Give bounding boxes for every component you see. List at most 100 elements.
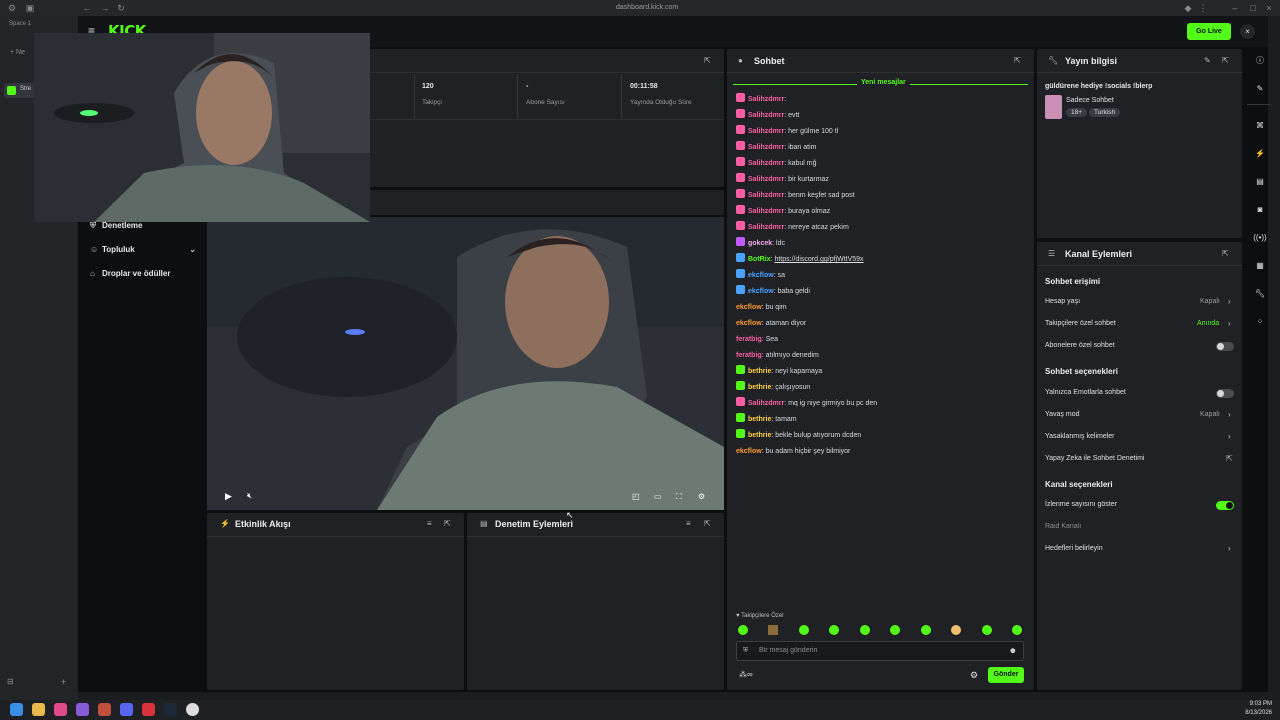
chat-username[interactable]: Salihzdmrr bbox=[748, 160, 784, 167]
subscribers-only-toggle[interactable] bbox=[1216, 342, 1234, 351]
account-age-value[interactable]: Kapalı bbox=[1200, 298, 1220, 305]
chat-username[interactable]: feratbig bbox=[736, 336, 762, 343]
chat-username[interactable]: ekcflow bbox=[736, 448, 762, 455]
windows-start-icon[interactable] bbox=[10, 703, 23, 716]
discord-icon[interactable] bbox=[120, 703, 133, 716]
chat-message[interactable]: Salihzdmrr: kabul mğ bbox=[736, 157, 816, 171]
info-icon[interactable]: ⓘ bbox=[1251, 52, 1269, 70]
app-icon[interactable] bbox=[76, 703, 89, 716]
chevron-right-icon[interactable]: › bbox=[1228, 410, 1231, 419]
chat-message[interactable]: Salihzdmrr: iban atim bbox=[736, 141, 816, 155]
app-icon[interactable] bbox=[142, 703, 155, 716]
extension-icon[interactable]: ◆ bbox=[1183, 3, 1193, 13]
chevron-right-icon[interactable]: › bbox=[1228, 432, 1231, 441]
slow-mode-label[interactable]: Yavaş mod bbox=[1045, 411, 1080, 418]
url-bar[interactable]: dashboard.kick.com bbox=[598, 3, 688, 13]
fullscreen-icon[interactable]: ⛶ bbox=[676, 492, 682, 502]
popout-icon[interactable]: ⇱ bbox=[1222, 56, 1229, 65]
set-goals-label[interactable]: Hedefleri belirleyin bbox=[1045, 545, 1103, 552]
new-tab-button[interactable]: + Ne bbox=[10, 49, 25, 56]
forward-icon[interactable]: → bbox=[100, 3, 110, 13]
chat-username[interactable]: Salihzdmrr bbox=[748, 96, 784, 103]
chat-username[interactable]: bethrie bbox=[748, 432, 771, 439]
play-icon[interactable]: ▶ bbox=[225, 491, 232, 502]
steam-icon[interactable] bbox=[164, 703, 177, 716]
ai-moderation-label[interactable]: Yapay Zeka ile Sohbet Denetimi bbox=[1045, 455, 1144, 462]
settings-icon[interactable]: ⚙ bbox=[7, 3, 17, 13]
chat-message[interactable]: Salihzdmrr: mq ig niye girmiyo bu pc den bbox=[736, 397, 877, 411]
chat-input[interactable]: ⛨ Bir mesaj gönderin ☻ bbox=[736, 641, 1024, 661]
browser-tab-active[interactable]: Stre bbox=[4, 83, 38, 98]
menu-icon[interactable]: ⋮ bbox=[1198, 3, 1208, 13]
archive-icon[interactable]: ⊟ bbox=[7, 677, 14, 686]
maximize-icon[interactable]: □ bbox=[1248, 3, 1258, 13]
chat-message-text[interactable]: https://discord.gg/pfjWttV59x bbox=[774, 256, 863, 263]
share-icon[interactable]: ⁘ bbox=[1251, 313, 1269, 331]
mute-icon[interactable]: 🔇︎ bbox=[247, 491, 252, 501]
grid-icon[interactable]: ▦ bbox=[1251, 257, 1269, 275]
chat-message[interactable]: bethrie: çalışıyosun bbox=[736, 381, 810, 395]
chat-username[interactable]: bethrie bbox=[748, 384, 771, 391]
stream-preview-video[interactable]: ▶ 🔇︎ ◰ ▭ ⛶ ⚙ bbox=[207, 217, 724, 510]
chat-username[interactable]: Salihzdmrr bbox=[748, 208, 784, 215]
popout-icon[interactable]: ⇱ bbox=[444, 519, 451, 528]
chat-message[interactable]: bethrie: bekle bulup atıyorum dcden bbox=[736, 429, 861, 443]
close-icon[interactable]: × bbox=[1240, 24, 1255, 39]
chat-username[interactable]: bethrie bbox=[748, 416, 771, 423]
chat-username[interactable]: ekcflow bbox=[736, 304, 762, 311]
chat-message[interactable]: bethrie: neyi kapamaya bbox=[736, 365, 822, 379]
chat-settings-icon[interactable]: ⚙ bbox=[970, 670, 978, 681]
popout-icon[interactable]: ⇱ bbox=[704, 56, 711, 65]
chevron-right-icon[interactable]: › bbox=[1228, 319, 1231, 328]
slow-mode-value[interactable]: Kapalı bbox=[1200, 411, 1220, 418]
chat-username[interactable]: Salihzdmrr bbox=[748, 192, 784, 199]
chat-username[interactable]: gokcek bbox=[748, 240, 772, 247]
edit-icon[interactable]: ✎ bbox=[1251, 80, 1269, 98]
reload-icon[interactable]: ↻ bbox=[116, 3, 126, 13]
filter-icon[interactable]: ≡ bbox=[686, 519, 691, 528]
chat-message[interactable]: ekcflow: bu qim bbox=[736, 301, 787, 315]
go-live-button[interactable]: Go Live bbox=[1187, 23, 1231, 40]
infinity-icon[interactable]: ⁂∞ bbox=[739, 670, 753, 679]
chat-message[interactable]: Salihzdmrr: evtt bbox=[736, 109, 799, 123]
chat-message[interactable]: feratbig: atılmıyo denedim bbox=[736, 349, 819, 363]
followers-only-chat-value[interactable]: Anında bbox=[1197, 320, 1219, 327]
chat-message[interactable]: ekcflow: sa bbox=[736, 269, 785, 283]
document-icon[interactable]: ▤ bbox=[1251, 173, 1269, 191]
window-close-icon[interactable]: × bbox=[1264, 3, 1274, 13]
account-age-label[interactable]: Hesap yaşı bbox=[1045, 298, 1080, 305]
broadcast-icon[interactable]: ((•)) bbox=[1251, 229, 1269, 247]
chat-message[interactable]: ekcflow: bu adam hiçbir şey bilmiyor bbox=[736, 445, 850, 459]
chat-username[interactable]: ekcflow bbox=[736, 320, 762, 327]
minimize-icon[interactable]: – bbox=[1230, 3, 1240, 13]
file-explorer-icon[interactable] bbox=[32, 703, 45, 716]
emoji-icon[interactable]: ☻ bbox=[1009, 646, 1017, 655]
popout-icon[interactable]: ⇱ bbox=[1222, 249, 1229, 258]
chat-username[interactable]: Salihzdmrr bbox=[748, 144, 784, 151]
popout-icon[interactable]: ⇱ bbox=[704, 519, 711, 528]
chat-bubble-icon[interactable]: ◙ bbox=[1251, 201, 1269, 219]
chat-message[interactable]: Salihzdmrr: bbox=[736, 93, 786, 107]
chat-message[interactable]: bethrie: tamam bbox=[736, 413, 797, 427]
chat-username[interactable]: BotRix bbox=[748, 256, 771, 263]
back-icon[interactable]: ← bbox=[82, 3, 92, 13]
emote-only-toggle[interactable] bbox=[1216, 389, 1234, 398]
external-link-icon[interactable]: ⇱ bbox=[1226, 454, 1233, 463]
chat-username[interactable]: Salihzdmrr bbox=[748, 224, 784, 231]
chat-username[interactable]: feratbig bbox=[736, 352, 762, 359]
chat-username[interactable]: ekcflow bbox=[748, 272, 774, 279]
browser-icon[interactable] bbox=[186, 703, 199, 716]
chat-message[interactable]: BotRix: https://discord.gg/pfjWttV59x bbox=[736, 253, 864, 267]
sidebar-item-community[interactable]: ☺ Topluluk ⌄ bbox=[90, 242, 196, 258]
show-viewers-toggle[interactable] bbox=[1216, 501, 1234, 510]
chat-message[interactable]: Salihzdmrr: her gülme 100 tl bbox=[736, 125, 838, 139]
filter-icon[interactable]: ≡ bbox=[427, 519, 432, 528]
sidebar-toggle-icon[interactable]: ▣ bbox=[25, 3, 35, 13]
chat-message[interactable]: Salihzdmrr: bir kurtarmaz bbox=[736, 173, 829, 187]
settings-icon[interactable]: ⚙ bbox=[698, 492, 705, 501]
chat-message[interactable]: feratbig: Sea bbox=[736, 333, 778, 347]
music-app-icon[interactable] bbox=[54, 703, 67, 716]
pip-icon[interactable]: ◰ bbox=[632, 492, 640, 501]
chat-message[interactable]: Salihzdmrr: nereye atcaz pekim bbox=[736, 221, 849, 235]
send-button[interactable]: Gönder bbox=[988, 667, 1024, 683]
